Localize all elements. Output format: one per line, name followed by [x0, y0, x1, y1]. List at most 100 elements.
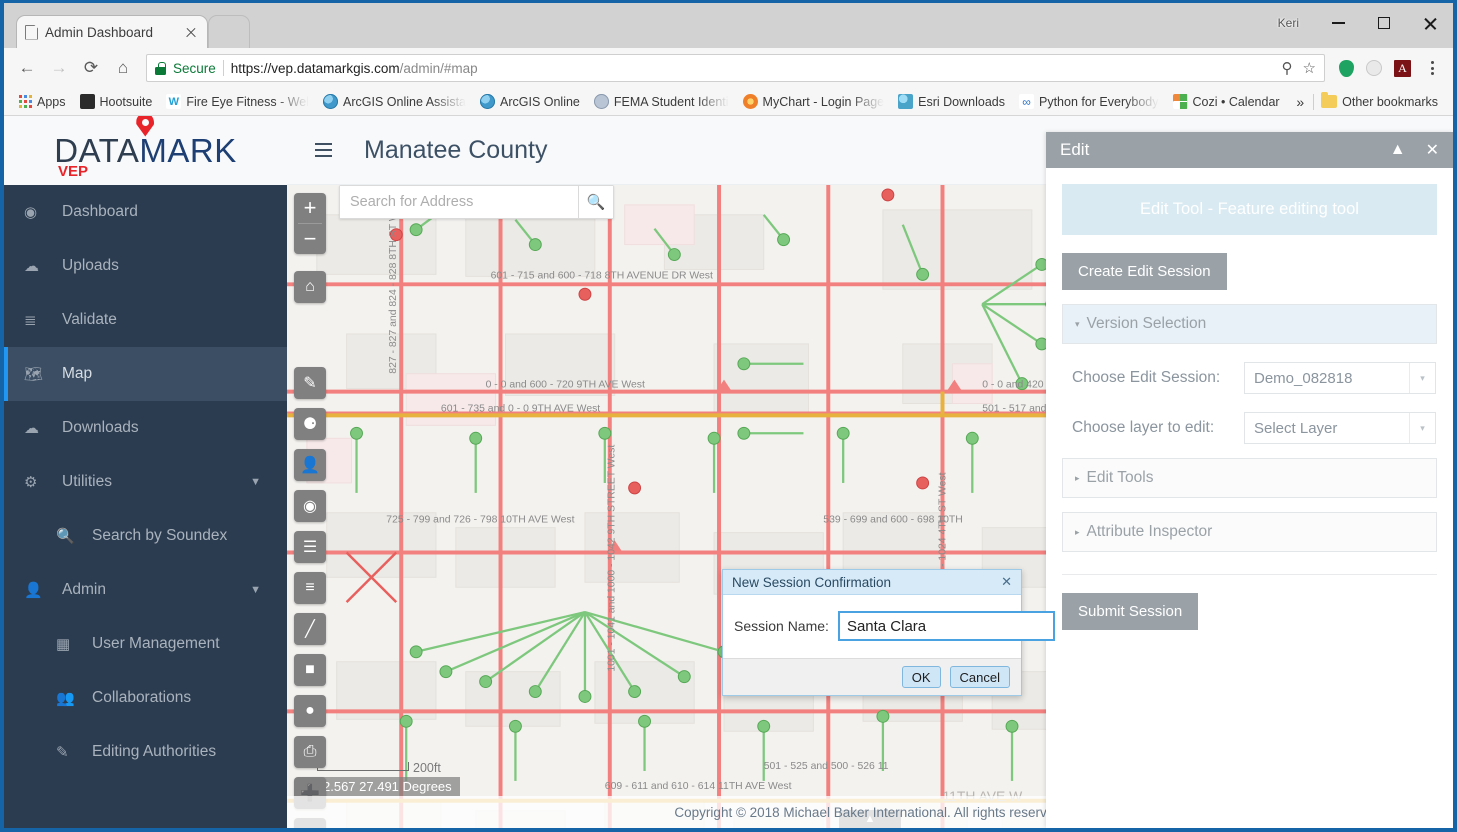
assign-user-tool-button[interactable]: 👤 — [294, 449, 326, 481]
layers-icon: ☰ — [302, 539, 318, 556]
choose-edit-session-select[interactable]: Demo_082818 ▾ — [1244, 362, 1436, 394]
close-icon[interactable]: ✕ — [1001, 574, 1012, 590]
omnibox-actions: ⚲ ☆ — [1272, 59, 1316, 77]
sidebar-item-uploads[interactable]: ☁ Uploads — [4, 239, 287, 293]
sidebar-item-editing-authorities[interactable]: ✎ Editing Authorities — [4, 725, 287, 779]
browser-window: Admin Dashboard Keri ← → ⟳ ⌂ Secure http… — [0, 0, 1457, 832]
window-maximize-button[interactable] — [1361, 5, 1407, 41]
basemap-tool-button[interactable]: ■ — [294, 654, 326, 686]
sidebar-item-user-management[interactable]: ▦ User Management — [4, 617, 287, 671]
style-tool-button[interactable]: ● — [294, 695, 326, 727]
window-minimize-button[interactable] — [1315, 5, 1361, 41]
extension-grey-icon[interactable] — [1366, 60, 1382, 76]
user-icon: 👤 — [24, 582, 43, 599]
sidebar-item-label: Dashboard — [62, 203, 138, 220]
hamburger-icon[interactable] — [315, 143, 332, 157]
edit-tools-accordion[interactable]: ▸ Edit Tools — [1062, 458, 1437, 498]
zoom-in-button[interactable]: + — [294, 193, 326, 223]
svg-text:501 - 525 and 500 - 526 11: 501 - 525 and 500 - 526 11 — [764, 761, 889, 772]
home-icon: ⌂ — [305, 278, 315, 295]
ok-button[interactable]: OK — [901, 666, 941, 688]
bookmark-hootsuite[interactable]: Hootsuite — [73, 91, 160, 113]
window-close-button[interactable] — [1407, 5, 1453, 41]
bookmark-python-for-everybody[interactable]: ∞ Python for Everybody — [1012, 91, 1166, 113]
locate-tool-button[interactable]: ◉ — [294, 490, 326, 522]
scale-bar-line — [317, 762, 409, 771]
bookmarks-bar: Apps Hootsuite W Fire Eye Fitness - Wel … — [4, 88, 1453, 116]
choose-layer-select[interactable]: Select Layer ▾ — [1244, 412, 1436, 444]
adobe-pdf-extension-icon[interactable]: A — [1394, 59, 1411, 77]
bookmark-cozi-calendar[interactable]: Cozi • Calendar — [1166, 91, 1287, 113]
browser-profile-name[interactable]: Keri — [1262, 3, 1315, 43]
close-icon[interactable]: ✕ — [1426, 140, 1439, 160]
tab-close-icon[interactable] — [183, 24, 199, 40]
map-scale-bar: 200ft — [317, 761, 441, 775]
bookmark-mychart[interactable]: MyChart - Login Page — [736, 91, 892, 113]
browser-titlebar: Admin Dashboard Keri — [4, 3, 1453, 48]
printer-icon: ⎙ — [303, 743, 317, 760]
bookmark-label: Python for Everybody — [1038, 94, 1159, 109]
browser-tab[interactable]: Admin Dashboard — [16, 15, 208, 48]
sidebar-item-admin[interactable]: 👤 Admin ▼ — [4, 563, 287, 617]
search-button[interactable]: 🔍 — [578, 186, 613, 218]
search-input[interactable] — [340, 186, 578, 218]
print-tool-button[interactable]: ⎙ — [294, 736, 326, 768]
accordion-label: Version Selection — [1086, 315, 1207, 332]
bookmark-fire-eye-fitness[interactable]: W Fire Eye Fitness - Wel — [159, 91, 316, 113]
bookmark-label: Esri Downloads — [918, 94, 1005, 109]
forward-button[interactable]: → — [44, 53, 74, 83]
submit-session-button[interactable]: Submit Session — [1062, 593, 1199, 630]
star-icon[interactable]: ☆ — [1303, 59, 1316, 77]
reload-button[interactable]: ⟳ — [76, 53, 106, 83]
chevron-right-icon: ▸ — [1075, 526, 1080, 537]
bookmark-esri-downloads[interactable]: Esri Downloads — [891, 91, 1012, 113]
create-edit-session-button[interactable]: Create Edit Session — [1062, 253, 1227, 290]
sidebar-item-downloads[interactable]: ☁ Downloads — [4, 401, 287, 455]
cluster-tool-button[interactable]: ⚈ — [294, 408, 326, 440]
layers-tool-button[interactable]: ☰ — [294, 531, 326, 563]
sidebar-item-search-by-soundex[interactable]: 🔍 Search by Soundex — [4, 509, 287, 563]
wordpress-icon: W — [166, 94, 182, 109]
bookmark-arcgis-online[interactable]: ArcGIS Online — [473, 91, 587, 113]
zoom-out-button[interactable]: − — [294, 224, 326, 254]
edit-tool-button[interactable]: ✎ — [294, 367, 326, 399]
sidebar-item-utilities[interactable]: ⚙ Utilities ▼ — [4, 455, 287, 509]
edit-panel-header-actions: ▲ ✕ — [1390, 140, 1439, 160]
attribute-inspector-accordion[interactable]: ▸ Attribute Inspector — [1062, 512, 1437, 552]
ruler-icon: ╱ — [305, 621, 315, 638]
new-tab-button[interactable] — [208, 15, 250, 48]
chrome-menu-icon[interactable] — [1419, 61, 1445, 75]
home-extent-button[interactable]: ⌂ — [294, 271, 326, 303]
omnibox-divider — [222, 60, 224, 76]
extension-green-icon[interactable] — [1339, 59, 1354, 77]
legend-tool-button[interactable]: ≡ — [294, 572, 326, 604]
chevron-right-icon: ▸ — [1075, 472, 1080, 483]
app-logo[interactable]: DATA MARK VEP — [4, 116, 287, 185]
globe-icon — [480, 94, 495, 109]
sidebar-item-dashboard[interactable]: ◉ Dashboard — [4, 185, 287, 239]
measure-tool-button[interactable]: ╱ — [294, 613, 326, 645]
version-selection-accordion[interactable]: ▾ Version Selection — [1062, 304, 1437, 344]
session-name-input[interactable] — [837, 611, 1055, 641]
home-button[interactable]: ⌂ — [108, 53, 138, 83]
new-session-confirmation-dialog: New Session Confirmation ✕ Session Name:… — [722, 569, 1055, 696]
sidebar-item-collaborations[interactable]: 👥 Collaborations — [4, 671, 287, 725]
key-icon[interactable]: ⚲ — [1282, 59, 1293, 77]
folder-icon — [1321, 92, 1338, 108]
sidebar-item-label: Uploads — [62, 257, 119, 274]
bookmark-arcgis-online-assistant[interactable]: ArcGIS Online Assista — [316, 91, 473, 113]
cancel-button[interactable]: Cancel — [949, 666, 1010, 688]
bookmark-label: Other bookmarks — [1342, 94, 1438, 109]
svg-text:609 - 611 and 610 - 614 11TH A: 609 - 611 and 610 - 614 11TH AVE West — [605, 781, 792, 792]
chevron-double-up-icon[interactable]: ▲ — [1390, 141, 1406, 159]
bookmark-fema-student-identification[interactable]: FEMA Student Identi — [587, 91, 736, 113]
edit-panel-title: Edit — [1060, 140, 1090, 159]
sidebar-item-map[interactable]: 🗺 Map — [4, 347, 287, 401]
address-bar[interactable]: Secure https://vep.datamarkgis.com/admin… — [146, 54, 1325, 82]
back-button[interactable]: ← — [12, 53, 42, 83]
sidebar-item-validate[interactable]: ≣ Validate — [4, 293, 287, 347]
bookmarks-overflow-button[interactable]: » — [1287, 94, 1313, 110]
other-bookmarks-folder[interactable]: Other bookmarks — [1314, 91, 1445, 113]
bookmark-label: Hootsuite — [99, 94, 153, 109]
bookmark-apps[interactable]: Apps — [12, 91, 73, 113]
